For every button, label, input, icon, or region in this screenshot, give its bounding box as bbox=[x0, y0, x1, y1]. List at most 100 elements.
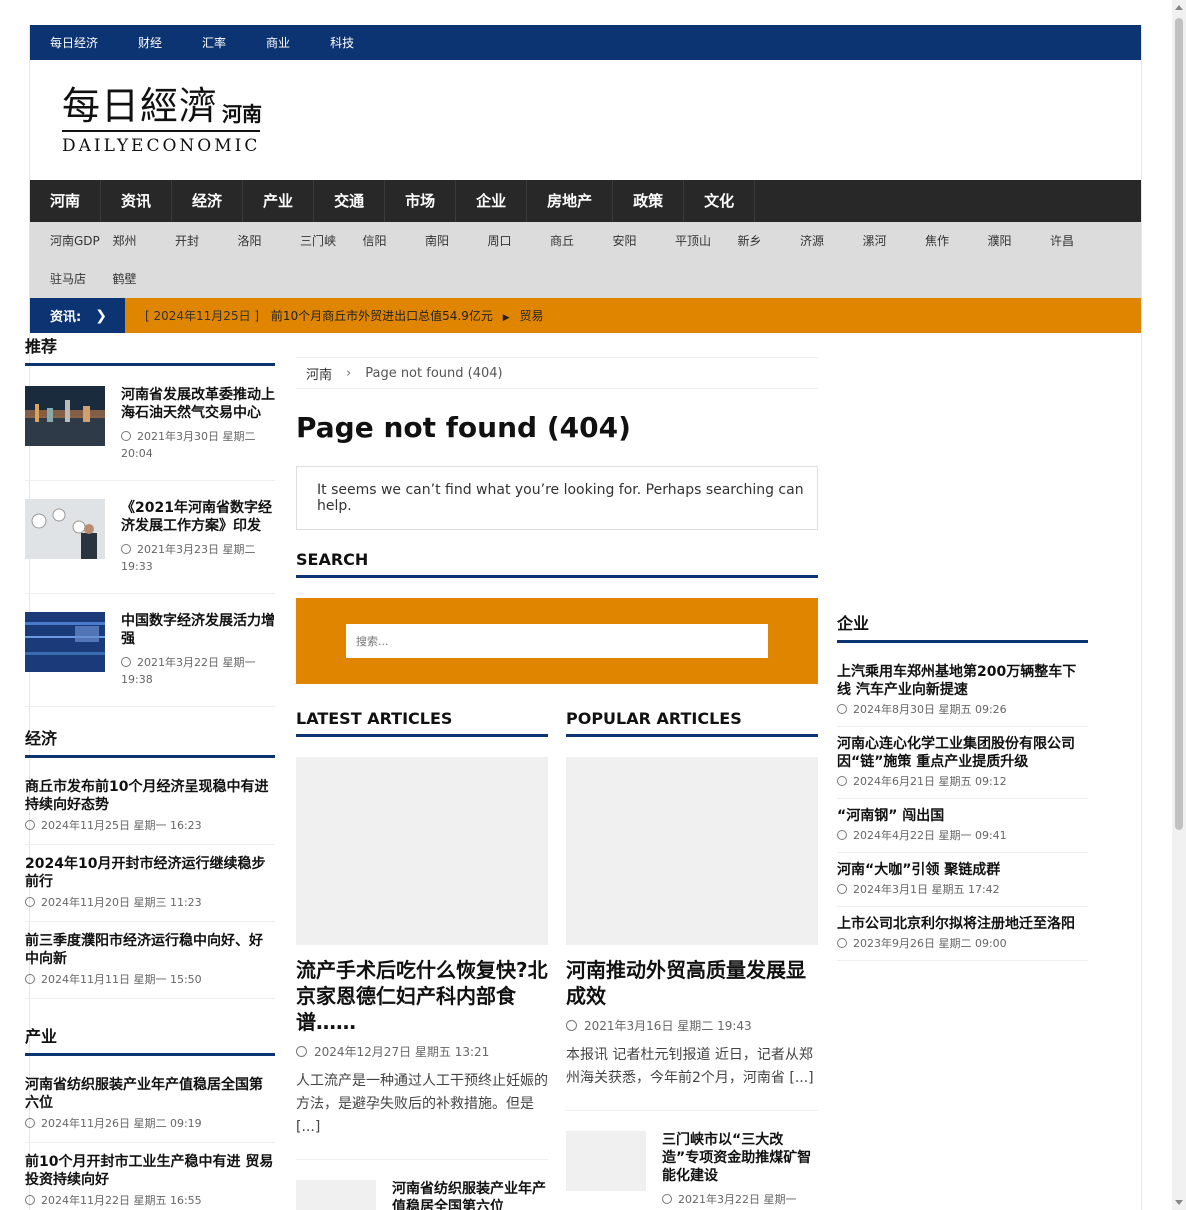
list-item[interactable]: 上市公司北京利尔拟将注册地迁至洛阳 2023年9月26日 星期二 09:00 bbox=[837, 915, 1088, 961]
topbar-link[interactable]: 财经 bbox=[138, 34, 162, 51]
subnav-item[interactable]: 焦作 bbox=[925, 222, 988, 260]
list-item[interactable]: 前三季度濮阳市经济运行稳中向好、好中向新 2024年11月11日 星期一 15:… bbox=[25, 932, 275, 999]
clock-icon bbox=[25, 820, 35, 830]
article-title[interactable]: 上汽乘用车郑州基地第200万辆整车下线 汽车产业向新提速 bbox=[837, 663, 1088, 699]
subnav-item[interactable]: 濮阳 bbox=[988, 222, 1051, 260]
ticker-headline[interactable]: 前10个月商丘市外贸进出口总值54.9亿元 bbox=[271, 309, 493, 323]
recommend-title[interactable]: 中国数字经济发展活力增强 bbox=[121, 612, 275, 648]
scrollbar[interactable] bbox=[1172, 0, 1186, 1210]
ticker-date: [ 2024年11月25日 ] bbox=[145, 309, 260, 323]
nav-item[interactable]: 文化 bbox=[684, 180, 756, 222]
subnav-item[interactable]: 南阳 bbox=[425, 222, 488, 260]
post-date: 2024年12月27日 星期五 13:21 bbox=[314, 1045, 490, 1059]
subnav-item[interactable]: 许昌 bbox=[1050, 222, 1113, 260]
subnav-item[interactable]: 平顶山 bbox=[675, 222, 738, 260]
nav-item[interactable]: 河南 bbox=[30, 180, 102, 222]
ticker-category[interactable]: 贸易 bbox=[519, 309, 543, 323]
list-item[interactable]: 上汽乘用车郑州基地第200万辆整车下线 汽车产业向新提速 2024年8月30日 … bbox=[837, 663, 1088, 727]
popular-articles: POPULAR ARTICLES 河南推动外贸高质量发展显成效 2021年3月1… bbox=[566, 709, 818, 1210]
subnav-item[interactable]: 周口 bbox=[488, 222, 551, 260]
article-title[interactable]: 商丘市发布前10个月经济呈现稳中有进持续向好态势 bbox=[25, 778, 275, 814]
list-item[interactable]: 河南“大咖”引领 聚链成群 2024年3月1日 星期五 17:42 bbox=[837, 861, 1088, 907]
topbar-link[interactable]: 商业 bbox=[266, 34, 290, 51]
nav-item[interactable]: 产业 bbox=[243, 180, 315, 222]
nav-item[interactable]: 企业 bbox=[456, 180, 528, 222]
post-date: 2021年3月23日 星期二 19:33 bbox=[121, 543, 256, 573]
article-title[interactable]: 三门峡市以“三大改造”专项资金助推煤矿智能化建设 bbox=[662, 1131, 818, 1185]
subnav-item[interactable]: 安阳 bbox=[613, 222, 676, 260]
breadcrumb-home[interactable]: 河南 bbox=[306, 364, 332, 383]
topbar-link[interactable]: 科技 bbox=[330, 34, 354, 51]
list-item[interactable]: 河南省纺织服装产业年产值稳居全国第六位 2024年11月26日 星期二 09:1… bbox=[25, 1076, 275, 1143]
search-input[interactable] bbox=[346, 624, 768, 658]
list-item[interactable]: 商丘市发布前10个月经济呈现稳中有进持续向好态势 2024年11月25日 星期一… bbox=[25, 778, 275, 845]
thumbnail-image[interactable] bbox=[566, 1131, 646, 1191]
subnav-item[interactable]: 郑州 bbox=[113, 222, 176, 260]
article-title[interactable]: 河南心连心化学工业集团股份有限公司因“链”施策 重点产业提质升级 bbox=[837, 735, 1088, 771]
article-title[interactable]: 2024年10月开封市经济运行继续稳步前行 bbox=[25, 855, 275, 891]
thumbnail-image[interactable] bbox=[25, 612, 105, 672]
list-item[interactable]: 前10个月开封市工业生产稳中有进 贸易投资持续向好 2024年11月22日 星期… bbox=[25, 1153, 275, 1210]
section-title-latest: LATEST ARTICLES bbox=[296, 709, 548, 737]
subnav-item[interactable]: 洛阳 bbox=[238, 222, 301, 260]
nav-item[interactable]: 市场 bbox=[385, 180, 457, 222]
recommend-title[interactable]: 河南省发展改革委推动上海石油天然气交易中心 bbox=[121, 386, 275, 422]
list-item[interactable]: 三门峡市以“三大改造”专项资金助推煤矿智能化建设 2021年3月22日 星期一 bbox=[566, 1110, 818, 1208]
article-title[interactable]: 河南省纺织服装产业年产值稳居全国第六位 bbox=[25, 1076, 275, 1112]
subnav-item[interactable]: 三门峡 bbox=[300, 222, 363, 260]
article-image[interactable] bbox=[296, 757, 548, 945]
subnav-item[interactable]: 漯河 bbox=[863, 222, 926, 260]
post-date: 2024年11月20日 星期三 11:23 bbox=[41, 896, 202, 909]
nav-item[interactable]: 资讯 bbox=[101, 180, 173, 222]
post-date: 2021年3月22日 星期一 bbox=[678, 1193, 797, 1206]
article-title[interactable]: 河南省纺织服装产业年产值稳居全国第六位 bbox=[392, 1180, 548, 1210]
list-item[interactable]: 《2021年河南省数字经济发展工作方案》印发 2021年3月23日 星期二 19… bbox=[25, 499, 275, 594]
nav-item[interactable]: 房地产 bbox=[527, 180, 614, 222]
post-date: 2021年3月22日 星期一 19:38 bbox=[121, 656, 256, 686]
scroll-down-arrow-icon[interactable] bbox=[1175, 1200, 1183, 1205]
topbar-link[interactable]: 每日经济 bbox=[50, 34, 98, 51]
list-item[interactable]: 河南省发展改革委推动上海石油天然气交易中心 2021年3月30日 星期二 20:… bbox=[25, 386, 275, 481]
clock-icon bbox=[25, 1118, 35, 1128]
list-item[interactable]: “河南钢” 闯出国 2024年4月22日 星期一 09:41 bbox=[837, 807, 1088, 853]
clock-icon bbox=[662, 1194, 672, 1204]
post-date: 2024年11月22日 星期五 16:55 bbox=[41, 1194, 202, 1207]
article-title[interactable]: 上市公司北京利尔拟将注册地迁至洛阳 bbox=[837, 915, 1088, 933]
list-item[interactable]: 河南省纺织服装产业年产值稳居全国第六位 bbox=[296, 1159, 548, 1210]
clock-icon bbox=[25, 1195, 35, 1205]
clock-icon bbox=[121, 657, 131, 667]
article-title[interactable]: 流产手术后吃什么恢复快?北京家恩德仁妇产科内部食谱…… bbox=[296, 957, 548, 1035]
scrollbar-thumb[interactable] bbox=[1175, 18, 1183, 830]
article-title[interactable]: “河南钢” 闯出国 bbox=[837, 807, 1088, 825]
thumbnail-image[interactable] bbox=[25, 499, 105, 559]
nav-item[interactable]: 政策 bbox=[613, 180, 685, 222]
subnav-item[interactable]: 信阳 bbox=[363, 222, 426, 260]
thumbnail-image[interactable] bbox=[25, 386, 105, 446]
list-item[interactable]: 2024年10月开封市经济运行继续稳步前行 2024年11月20日 星期三 11… bbox=[25, 855, 275, 922]
subnav-item[interactable]: 鹤壁 bbox=[113, 260, 176, 298]
nav-item[interactable]: 经济 bbox=[172, 180, 244, 222]
list-item[interactable]: 中国数字经济发展活力增强 2021年3月22日 星期一 19:38 bbox=[25, 612, 275, 707]
nav-item[interactable]: 交通 bbox=[314, 180, 386, 222]
subnav-item[interactable]: 河南GDP bbox=[50, 222, 113, 260]
subnav-item[interactable]: 新乡 bbox=[738, 222, 801, 260]
subnav-item[interactable]: 开封 bbox=[175, 222, 238, 260]
article-title[interactable]: 河南“大咖”引领 聚链成群 bbox=[837, 861, 1088, 879]
article-title[interactable]: 河南推动外贸高质量发展显成效 bbox=[566, 957, 818, 1009]
post-meta: 2024年6月21日 星期五 09:12 bbox=[837, 773, 1088, 790]
scroll-up-arrow-icon[interactable] bbox=[1175, 5, 1183, 10]
ticker-item[interactable]: [ 2024年11月25日 ] 前10个月商丘市外贸进出口总值54.9亿元 ▶ … bbox=[125, 307, 544, 324]
top-bar: 每日经济 财经 汇率 商业 科技 bbox=[30, 25, 1141, 60]
subnav-item[interactable]: 商丘 bbox=[550, 222, 613, 260]
subnav-item[interactable]: 济源 bbox=[800, 222, 863, 260]
site-logo[interactable]: 每日經濟 河南 DAILYECONOMIC bbox=[62, 84, 262, 156]
list-item[interactable]: 河南心连心化学工业集团股份有限公司因“链”施策 重点产业提质升级 2024年6月… bbox=[837, 735, 1088, 799]
article-image[interactable] bbox=[566, 757, 818, 945]
recommend-title[interactable]: 《2021年河南省数字经济发展工作方案》印发 bbox=[121, 499, 275, 535]
article-title[interactable]: 前三季度濮阳市经济运行稳中向好、好中向新 bbox=[25, 932, 275, 968]
section-title-enterprise: 企业 bbox=[837, 610, 1088, 643]
thumbnail-image[interactable] bbox=[296, 1180, 376, 1210]
subnav-item[interactable]: 驻马店 bbox=[50, 260, 113, 298]
article-title[interactable]: 前10个月开封市工业生产稳中有进 贸易投资持续向好 bbox=[25, 1153, 275, 1189]
topbar-link[interactable]: 汇率 bbox=[202, 34, 226, 51]
